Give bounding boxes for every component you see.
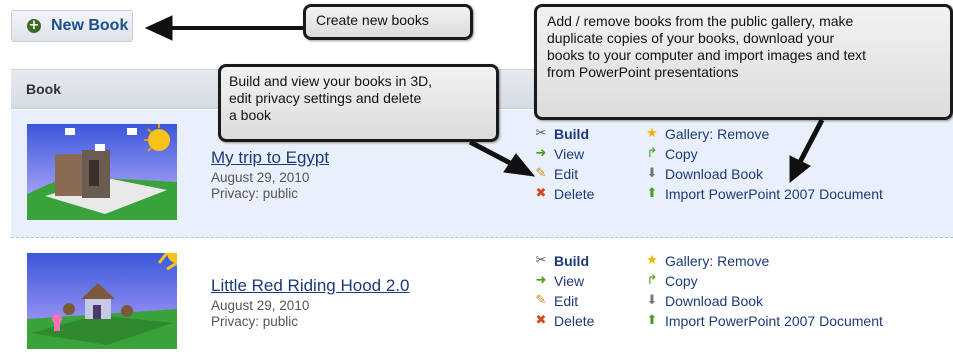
arrow-to-edit xyxy=(468,139,514,167)
arrow-head-icon xyxy=(144,15,173,41)
arrow-head-icon xyxy=(503,153,536,177)
annotation-arrows xyxy=(144,15,825,184)
arrow-to-download xyxy=(797,118,825,164)
